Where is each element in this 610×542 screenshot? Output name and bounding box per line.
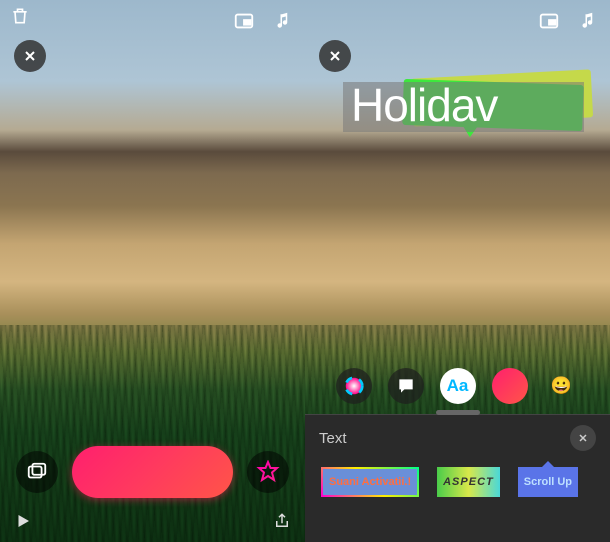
gallery-button[interactable] <box>16 451 58 493</box>
close-button[interactable] <box>319 40 351 72</box>
text-overlay[interactable]: Holidav <box>343 78 594 138</box>
emoji-button[interactable]: 😀 <box>544 368 580 404</box>
style-label: ASPECT <box>443 476 494 488</box>
system-bar <box>0 508 305 538</box>
pip-icon[interactable] <box>538 10 560 32</box>
text-tool-label: Aa <box>447 376 469 396</box>
screen-edit-text: Holidav Aa 😀 Text Suani Activatii.! ASPE <box>305 0 610 542</box>
tool-row: Aa 😀 <box>305 368 610 404</box>
record-button[interactable] <box>72 446 233 498</box>
screen-edit-main <box>0 0 305 542</box>
text-tool-button[interactable]: Aa <box>440 368 476 404</box>
text-style-option[interactable]: Suani Activatii.! <box>321 467 419 497</box>
effects-button[interactable] <box>247 451 289 493</box>
sticker-button[interactable] <box>492 368 528 404</box>
capture-bar <box>0 446 305 498</box>
play-icon[interactable] <box>14 512 32 535</box>
pip-icon[interactable] <box>233 10 255 32</box>
top-bar <box>305 6 610 36</box>
panel-title: Text <box>319 430 347 447</box>
panel-close-button[interactable] <box>570 425 596 451</box>
music-icon[interactable] <box>273 11 291 31</box>
style-label: Suani Activatii.! <box>329 476 411 488</box>
close-button[interactable] <box>14 40 46 72</box>
share-icon[interactable] <box>273 511 291 536</box>
style-label: Scroll Up <box>524 476 572 488</box>
chat-button[interactable] <box>388 368 424 404</box>
top-bar <box>0 6 305 36</box>
overlay-text-value[interactable]: Holidav <box>343 82 584 132</box>
panel-drag-handle[interactable] <box>436 410 480 415</box>
text-style-option[interactable]: ASPECT <box>437 467 500 497</box>
text-panel: Text Suani Activatii.! ASPECT Scroll Up <box>305 414 610 542</box>
text-style-option[interactable]: Scroll Up <box>518 467 578 497</box>
text-style-list: Suani Activatii.! ASPECT Scroll Up <box>305 457 610 507</box>
music-icon[interactable] <box>578 11 596 31</box>
colorwheel-button[interactable] <box>336 368 372 404</box>
